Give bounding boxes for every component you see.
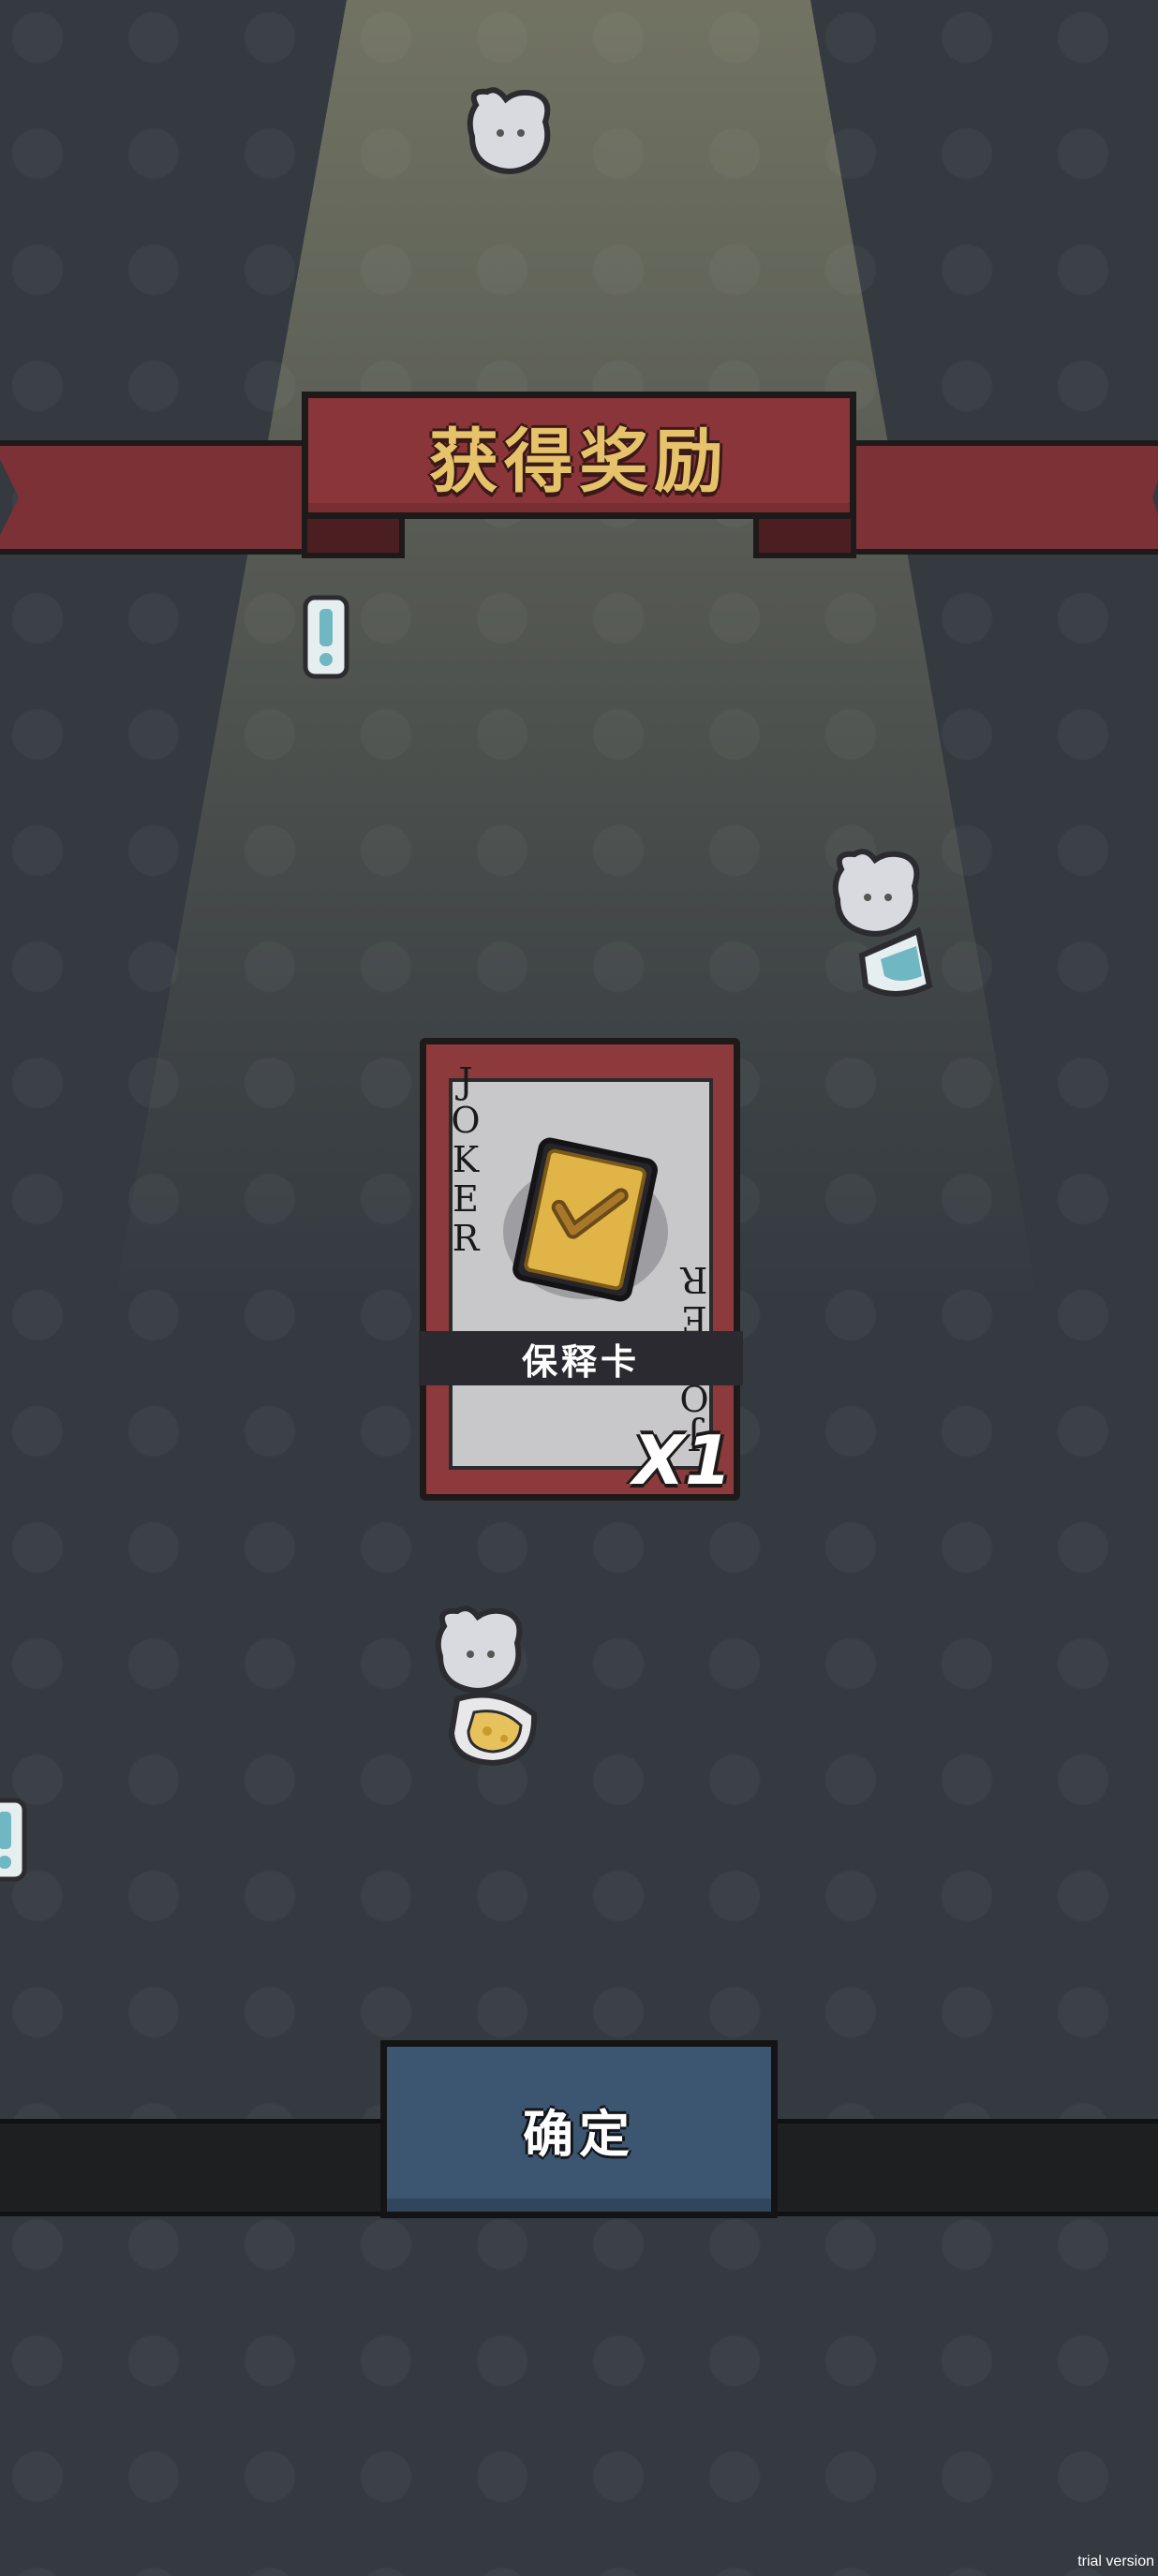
- confirm-button-label: 确定: [523, 2104, 635, 2164]
- page-title: 获得奖励: [429, 421, 729, 502]
- card-name-band: 保释卡: [419, 1331, 743, 1385]
- title-banner: 获得奖励: [302, 392, 856, 519]
- exclamation-icon: [303, 595, 349, 679]
- reward-card[interactable]: JOKER JOKER 保释卡 X1: [419, 1038, 743, 1501]
- watermark: trial version: [1077, 2554, 1154, 2569]
- card-name: 保释卡: [521, 1340, 640, 1383]
- mouse-head-icon: [467, 87, 551, 174]
- card-count: X1: [632, 1421, 732, 1500]
- mouse-with-shield-icon: [832, 849, 933, 997]
- confirm-button[interactable]: 确定: [380, 2040, 778, 2218]
- exclamation-icon: [0, 1798, 27, 1882]
- card-corner-label-top: JOKER: [451, 1060, 481, 1259]
- mouse-with-cheese-icon: [435, 1606, 538, 1767]
- shield-check-icon: [503, 1137, 668, 1302]
